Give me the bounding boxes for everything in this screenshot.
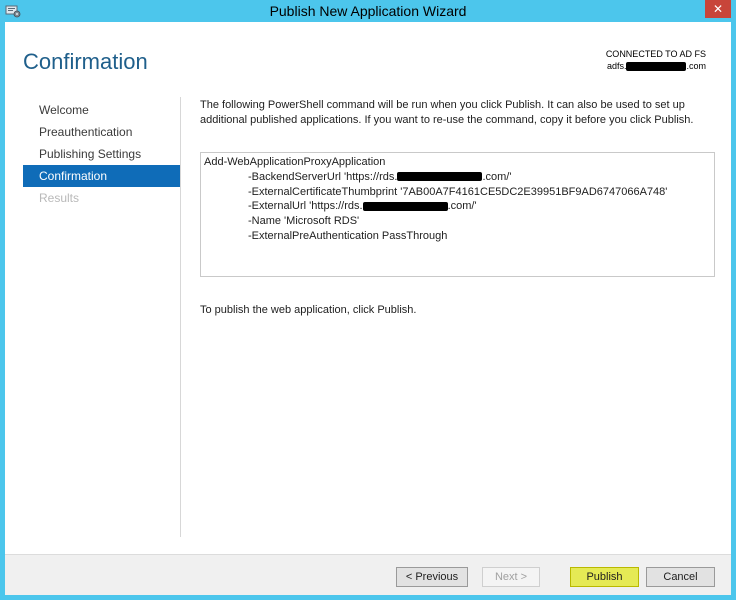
nav-item-preauthentication[interactable]: Preauthentication	[23, 121, 180, 143]
connected-server-prefix: adfs.	[606, 61, 627, 71]
connected-server-suffix: .com	[686, 61, 706, 71]
cmd-external-url: -ExternalUrl 'https://rds. .com/'	[204, 199, 711, 214]
nav-item-confirmation[interactable]: Confirmation	[23, 165, 180, 187]
cmd-name: -Name 'Microsoft RDS'	[248, 215, 360, 228]
confirmation-description: The following PowerShell command will be…	[200, 99, 694, 126]
nav-item-results: Results	[39, 191, 80, 205]
publish-hint: To publish the web application, click Pu…	[200, 304, 417, 316]
cmd-cmdlet: Add-WebApplicationProxyApplication	[204, 156, 386, 168]
publish-button[interactable]: Publish	[570, 567, 639, 587]
redaction-mark	[397, 172, 483, 182]
nav-divider	[180, 97, 181, 537]
next-button: Next >	[482, 567, 540, 587]
cmd-preauthentication: -ExternalPreAuthentication PassThrough	[248, 229, 448, 242]
close-button[interactable]: ✕	[705, 0, 731, 18]
window-title: Publish New Application Wizard	[269, 3, 467, 19]
cmd-certificate-thumbprint: -ExternalCertificateThumbprint '7AB00A7F…	[248, 185, 668, 198]
title-bar[interactable]: Publish New Application Wizard ✕	[0, 0, 736, 22]
wizard-footer: < Previous Next > Publish Cancel	[5, 554, 731, 595]
wizard-window: Publish New Application Wizard ✕ Confirm…	[0, 0, 736, 600]
connection-status: CONNECTED TO AD FS adfs. .com	[606, 48, 706, 72]
close-icon: ✕	[712, 2, 724, 16]
connected-label: CONNECTED TO AD FS	[605, 49, 706, 59]
cmd-backend-suffix: .com/'	[482, 170, 512, 183]
nav-item-welcome[interactable]: Welcome	[23, 99, 180, 121]
cmd-backend-prefix: -BackendServerUrl 'https://rds.	[248, 170, 398, 183]
cmd-external-prefix: -ExternalUrl 'https://rds.	[248, 200, 363, 213]
wizard-steps-nav: Welcome Preauthentication Publishing Set…	[23, 99, 180, 209]
cmd-external-suffix: .com/'	[447, 200, 477, 213]
cancel-button[interactable]: Cancel	[646, 567, 715, 587]
redaction-mark	[626, 62, 687, 72]
page-title: Confirmation	[23, 49, 148, 74]
nav-item-publishing-settings[interactable]: Publishing Settings	[23, 143, 180, 165]
wizard-content: Confirmation CONNECTED TO AD FS adfs. .co…	[5, 22, 731, 595]
previous-button[interactable]: < Previous	[396, 567, 468, 587]
redaction-mark	[362, 201, 448, 211]
powershell-command-box[interactable]: Add-WebApplicationProxyApplication -Back…	[200, 152, 715, 277]
connected-server: adfs. .com	[606, 60, 706, 72]
cmd-backend-url: -BackendServerUrl 'https://rds. .com/'	[204, 170, 711, 185]
